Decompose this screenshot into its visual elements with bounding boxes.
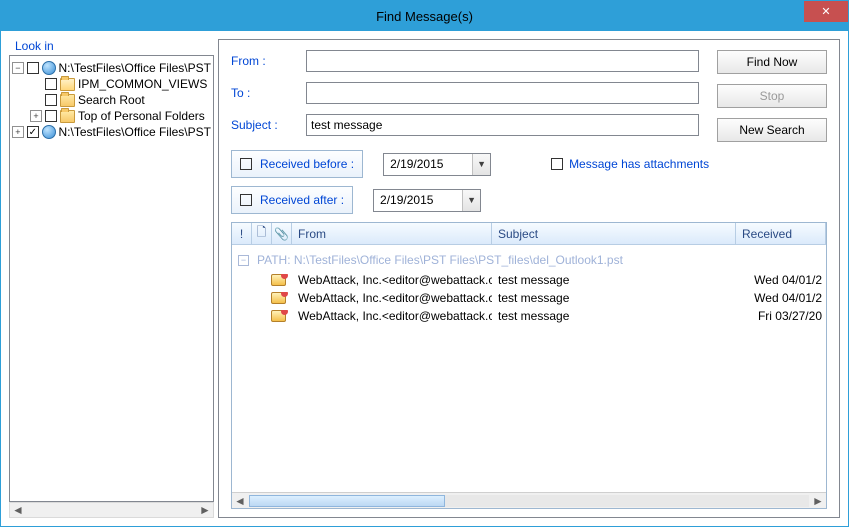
scroll-left-icon[interactable]: ◄ <box>232 494 248 508</box>
tree-item-label: N:\TestFiles\Office Files\PST <box>59 61 211 75</box>
received-before-row: Received before : 2/19/2015 ▼ Message ha… <box>231 150 827 178</box>
find-now-button[interactable]: Find Now <box>717 50 827 74</box>
received-after-toggle[interactable]: Received after : <box>231 186 353 214</box>
folder-icon <box>60 94 75 107</box>
scroll-track[interactable] <box>249 495 809 507</box>
cell-received: Fri 03/27/20 <box>736 309 826 323</box>
col-from[interactable]: From <box>292 223 492 244</box>
pst-file-icon <box>42 61 56 75</box>
stop-button[interactable]: Stop <box>717 84 827 108</box>
look-in-label: Look in <box>15 39 214 53</box>
tree-item[interactable]: IPM_COMMON_VIEWS <box>12 76 211 92</box>
look-in-panel: Look in − N:\TestFiles\Office Files\PST IP… <box>9 39 214 518</box>
scroll-right-icon[interactable]: ► <box>197 503 213 517</box>
cell-subject: test message <box>492 291 736 305</box>
cell-subject: test message <box>492 309 736 323</box>
folder-icon <box>60 78 75 91</box>
received-after-checkbox[interactable] <box>240 194 252 206</box>
message-row[interactable]: WebAttack, Inc.<editor@webattack.c...tes… <box>232 307 826 325</box>
cell-received: Wed 04/01/2 <box>736 291 826 305</box>
tree-item-label: Search Root <box>78 93 145 107</box>
received-before-checkbox[interactable] <box>240 158 252 170</box>
chevron-down-icon[interactable]: ▼ <box>462 190 480 211</box>
mail-icon <box>271 310 286 322</box>
chevron-down-icon[interactable]: ▼ <box>472 154 490 175</box>
tree-checkbox[interactable] <box>45 110 57 122</box>
cell-from: WebAttack, Inc.<editor@webattack.c... <box>292 291 492 305</box>
tree-item-label: Top of Personal Folders <box>78 109 205 123</box>
results-list: ! 🗋 📎 From Subject Received −PATH: N:\Te… <box>231 222 827 509</box>
col-importance[interactable]: ! <box>232 223 252 244</box>
new-search-button[interactable]: New Search <box>717 118 827 142</box>
titlebar: Find Message(s) ✕ <box>1 1 848 31</box>
cell-subject: test message <box>492 273 736 287</box>
search-panel: From : To : Subject : Find Now Stop <box>218 39 840 518</box>
tree-expand-toggle[interactable]: + <box>30 110 42 122</box>
tree-checkbox[interactable] <box>45 78 57 90</box>
from-label: From : <box>231 54 306 68</box>
close-button[interactable]: ✕ <box>804 1 848 22</box>
subject-input[interactable] <box>306 114 699 136</box>
has-attachments-checkbox[interactable] <box>551 158 563 170</box>
tree-expand-toggle[interactable]: + <box>12 126 24 138</box>
pst-file-icon <box>42 125 56 139</box>
tree-item[interactable]: Search Root <box>12 92 211 108</box>
message-row[interactable]: WebAttack, Inc.<editor@webattack.c...tes… <box>232 289 826 307</box>
tree-expand-toggle[interactable]: − <box>12 62 24 74</box>
message-row[interactable]: WebAttack, Inc.<editor@webattack.c...tes… <box>232 271 826 289</box>
collapse-toggle[interactable]: − <box>238 255 249 266</box>
cell-from: WebAttack, Inc.<editor@webattack.c... <box>292 309 492 323</box>
to-label: To : <box>231 86 306 100</box>
tree-item[interactable]: +✓ N:\TestFiles\Office Files\PST <box>12 124 211 140</box>
to-input[interactable] <box>306 82 699 104</box>
col-type-icon[interactable]: 🗋 <box>252 223 272 244</box>
tree-checkbox[interactable]: ✓ <box>27 126 39 138</box>
tree-checkbox[interactable] <box>45 94 57 106</box>
cell-from: WebAttack, Inc.<editor@webattack.c... <box>292 273 492 287</box>
subject-label: Subject : <box>231 118 306 132</box>
results-body[interactable]: −PATH: N:\TestFiles\Office Files\PST Fil… <box>232 245 826 492</box>
mail-icon <box>271 292 286 304</box>
has-attachments-toggle[interactable]: Message has attachments <box>551 157 709 171</box>
received-after-date[interactable]: 2/19/2015 ▼ <box>373 189 481 212</box>
tree-checkbox[interactable] <box>27 62 39 74</box>
tree-item-label: IPM_COMMON_VIEWS <box>78 77 207 91</box>
tree-item[interactable]: + Top of Personal Folders <box>12 108 211 124</box>
results-header: ! 🗋 📎 From Subject Received <box>232 223 826 245</box>
folder-icon <box>60 110 75 123</box>
tree-item[interactable]: − N:\TestFiles\Office Files\PST <box>12 60 211 76</box>
tree-item-label: N:\TestFiles\Office Files\PST <box>59 125 211 139</box>
tree-h-scrollbar[interactable]: ◄ ► <box>9 502 214 518</box>
results-path-label: PATH: N:\TestFiles\Office Files\PST File… <box>257 253 623 267</box>
find-messages-window: Find Message(s) ✕ Look in − N:\TestFiles\… <box>0 0 849 527</box>
cell-received: Wed 04/01/2 <box>736 273 826 287</box>
col-received[interactable]: Received <box>736 223 826 244</box>
col-attachment-icon[interactable]: 📎 <box>272 223 292 244</box>
received-before-toggle[interactable]: Received before : <box>231 150 363 178</box>
results-h-scrollbar[interactable]: ◄ ► <box>232 492 826 508</box>
folder-tree[interactable]: − N:\TestFiles\Office Files\PST IPM_COMMON… <box>9 55 214 502</box>
from-input[interactable] <box>306 50 699 72</box>
scroll-left-icon[interactable]: ◄ <box>10 503 26 517</box>
content-area: Look in − N:\TestFiles\Office Files\PST IP… <box>1 31 848 526</box>
window-title: Find Message(s) <box>376 9 473 24</box>
results-path-row[interactable]: −PATH: N:\TestFiles\Office Files\PST Fil… <box>232 245 826 271</box>
scroll-right-icon[interactable]: ► <box>810 494 826 508</box>
search-form: From : To : Subject : Find Now Stop <box>231 50 827 142</box>
received-after-row: Received after : 2/19/2015 ▼ <box>231 186 827 214</box>
received-before-date[interactable]: 2/19/2015 ▼ <box>383 153 491 176</box>
scroll-thumb[interactable] <box>249 495 445 507</box>
mail-icon <box>271 274 286 286</box>
col-subject[interactable]: Subject <box>492 223 736 244</box>
